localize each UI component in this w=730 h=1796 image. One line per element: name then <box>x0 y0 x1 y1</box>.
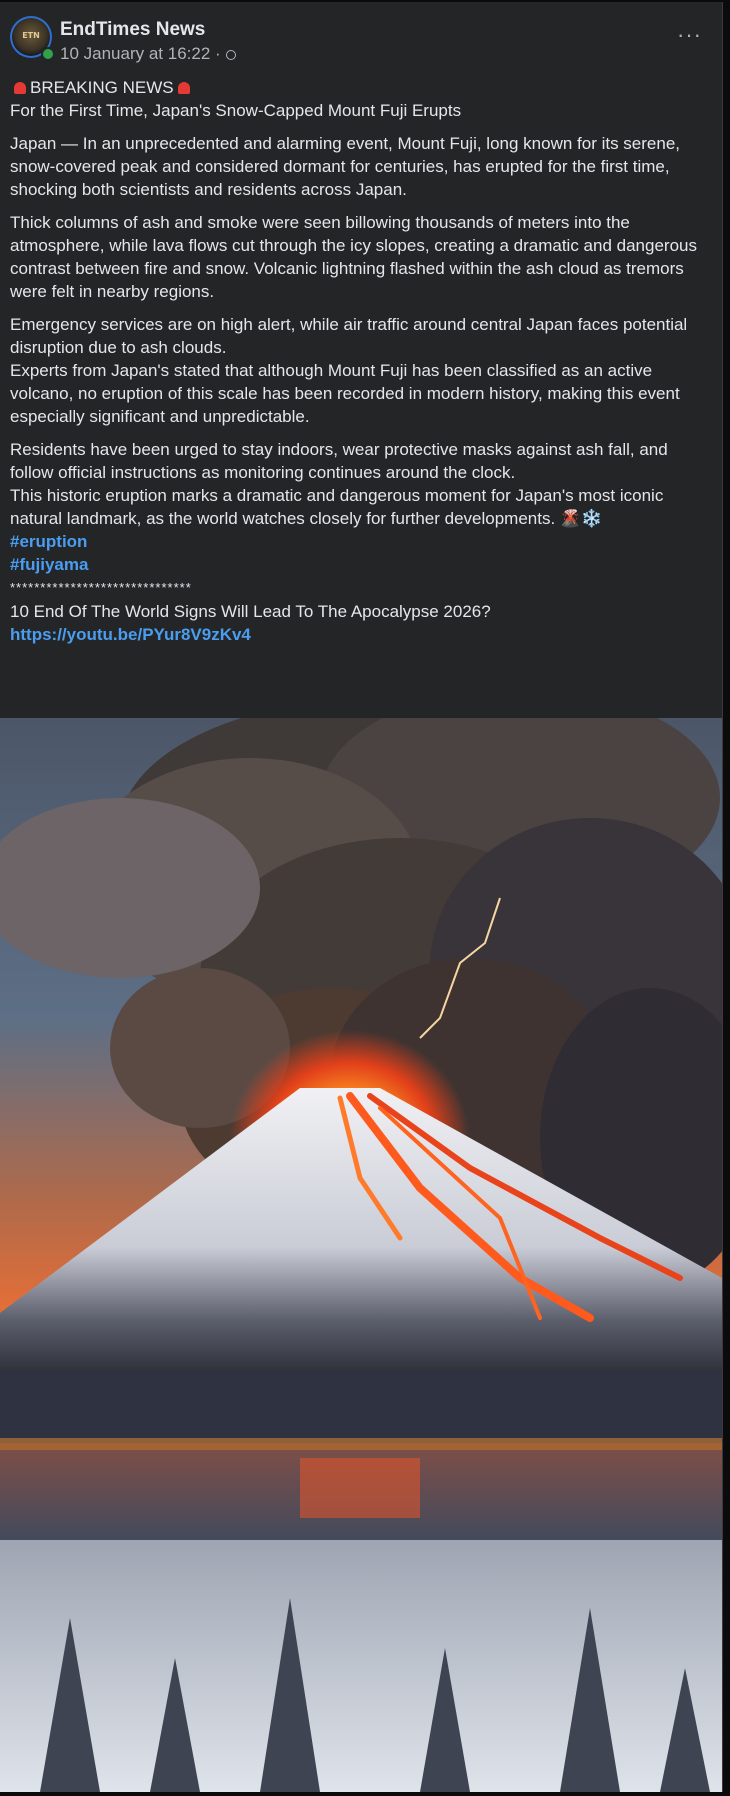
hashtag-eruption[interactable]: #eruption <box>10 530 710 553</box>
post-card: ETN EndTimes News 10 January at 16:22 · … <box>0 2 723 1792</box>
post-timestamp[interactable]: 10 January at 16:22 · <box>60 44 221 63</box>
paragraph-4b: This historic eruption marks a dramatic … <box>10 486 664 528</box>
paragraph-1: Japan — In an unprecedented and alarming… <box>10 134 681 199</box>
town-lights <box>0 1438 722 1450</box>
hashtag-fujiyama[interactable]: #fujiyama <box>10 553 710 576</box>
public-globe-icon <box>225 50 236 60</box>
paragraph-2: Thick columns of ash and smoke were seen… <box>10 213 697 301</box>
post-meta: 10 January at 16:22 · <box>60 44 236 64</box>
siren-icon <box>177 82 190 94</box>
separator: ****************************** <box>10 580 192 595</box>
headline: BREAKING NEWS <box>10 76 710 99</box>
paragraph-4: Residents have been urged to stay indoor… <box>10 438 710 530</box>
headline-label: BREAKING NEWS <box>30 78 174 97</box>
paragraph-3b: Experts from Japan's stated that althoug… <box>10 361 680 426</box>
subheadline: For the First Time, Japan's Snow-Capped … <box>10 101 462 120</box>
promo-text: 10 End Of The World Signs Will Lead To T… <box>10 602 491 621</box>
paragraph-4a: Residents have been urged to stay indoor… <box>10 440 668 482</box>
treeline <box>0 1373 722 1443</box>
post-image[interactable] <box>0 718 722 1792</box>
paragraph-3a: Emergency services are on high alert, wh… <box>10 315 688 357</box>
paragraph-3: Emergency services are on high alert, wh… <box>10 313 710 428</box>
siren-icon <box>14 82 26 94</box>
youtube-link[interactable]: https://youtu.be/PYur8V9zKv4 <box>10 623 710 646</box>
lava-reflection <box>300 1458 420 1518</box>
post-header: ETN EndTimes News 10 January at 16:22 · … <box>10 16 710 66</box>
more-options-button[interactable]: ··· <box>677 24 702 46</box>
avatar-logo-text: ETN <box>22 31 40 40</box>
online-status-icon <box>41 47 55 61</box>
volcano-illustration <box>0 718 722 1792</box>
post-body: BREAKING NEWS For the First Time, Japan'… <box>10 76 710 646</box>
page-name-link[interactable]: EndTimes News <box>60 19 205 41</box>
